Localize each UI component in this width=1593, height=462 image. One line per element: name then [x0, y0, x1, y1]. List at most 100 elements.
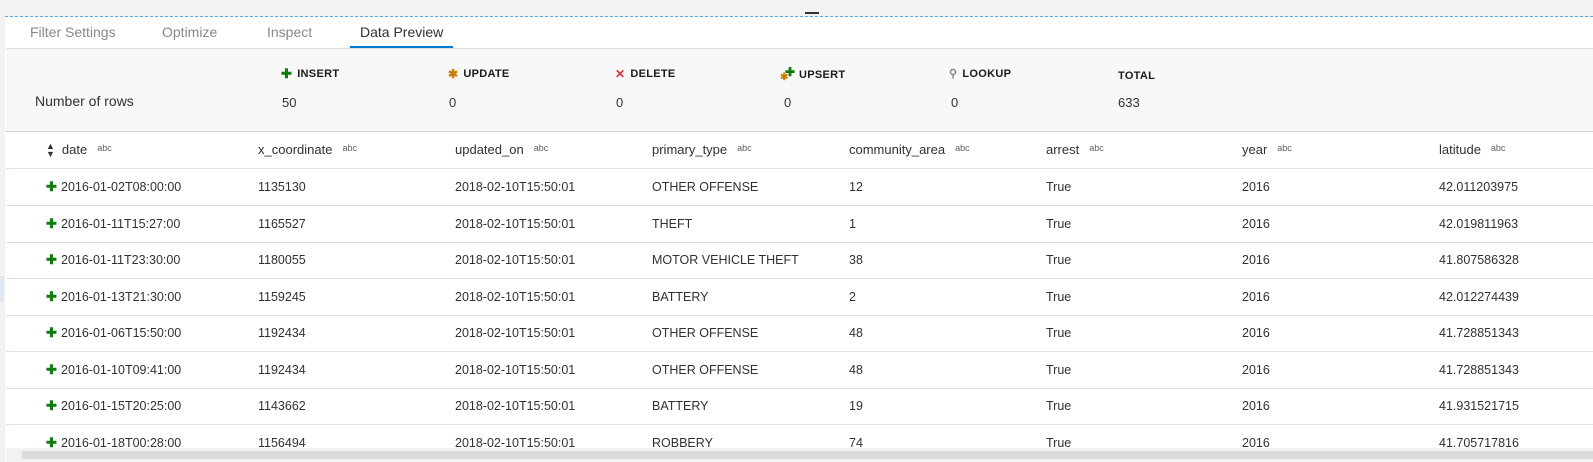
- cell-date: 2016-01-02T08:00:00: [61, 180, 182, 194]
- cell-year: 2016: [1242, 362, 1270, 377]
- cell-updated-on: 2018-02-10T15:50:01: [455, 399, 576, 413]
- cell-community-area: 12: [849, 180, 863, 194]
- cell-arrest: True: [1046, 180, 1072, 194]
- top-resize-bar: [0, 0, 1593, 17]
- cell-arrest: True: [1046, 289, 1072, 304]
- cell-latitude: 42.012274439: [1439, 289, 1519, 304]
- type-badge: abc: [342, 143, 357, 153]
- x-icon: ✕: [615, 67, 626, 81]
- cell-date: 2016-01-11T23:30:00: [61, 253, 181, 267]
- insert-row-icon: ✚: [46, 325, 57, 340]
- tab-data-preview[interactable]: Data Preview: [349, 17, 454, 48]
- upsert-label: UPSERT: [799, 69, 846, 81]
- cell-latitude: 42.019811963: [1439, 216, 1519, 231]
- type-badge: abc: [955, 143, 970, 153]
- cell-community-area: 1: [849, 216, 856, 231]
- cell-latitude: 41.931521715: [1439, 399, 1519, 413]
- cell-updated-on: 2018-02-10T15:50:01: [455, 326, 576, 340]
- column-header-community-area[interactable]: community_area abc: [849, 132, 970, 168]
- upsert-count: 0: [784, 95, 792, 110]
- cell-x-coordinate: 1143662: [258, 399, 306, 413]
- column-name: community_area: [849, 142, 946, 157]
- column-name: year: [1242, 142, 1268, 157]
- insert-row-icon: ✚: [46, 288, 57, 304]
- cell-year: 2016: [1242, 435, 1270, 449]
- cell-community-area: 48: [849, 362, 863, 377]
- table-row[interactable]: ✚ 2016-01-10T09:41:00 1192434 2018-02-10T15…: [6, 352, 1593, 389]
- insert-row-icon: ✚: [46, 179, 57, 194]
- update-header: ✱ UPDATE: [448, 68, 510, 80]
- column-name: primary_type: [652, 142, 728, 157]
- cell-date: 2016-01-10T09:41:00: [61, 362, 182, 377]
- column-header-arrest[interactable]: arrest abc: [1046, 132, 1104, 168]
- delete-header: ✕ DELETE: [615, 68, 676, 80]
- cell-year: 2016: [1242, 289, 1270, 304]
- cell-year: 2016: [1242, 326, 1270, 340]
- insert-row-icon: ✚: [46, 252, 57, 267]
- cell-community-area: 74: [849, 435, 863, 449]
- cell-primary-type: MOTOR VEHICLE THEFT: [652, 253, 799, 267]
- cell-primary-type: OTHER OFFENSE: [652, 180, 759, 194]
- column-header-x-coordinate[interactable]: x_coordinate abc: [258, 132, 357, 168]
- delete-count: 0: [616, 95, 624, 110]
- type-badge: abc: [533, 143, 549, 153]
- column-header-updated-on[interactable]: updated_on abc: [455, 132, 548, 168]
- column-header-date[interactable]: ▲ ▼ date abc: [46, 132, 112, 168]
- type-badge: abc: [1490, 143, 1506, 153]
- cell-latitude: 42.011203975: [1439, 180, 1519, 194]
- resize-handle[interactable]: [805, 12, 819, 14]
- table-row[interactable]: ✚ 2016-01-18T00:28:00 1156494 2018-02-10T15…: [6, 425, 1593, 449]
- row-count-summary: Number of rows ✚ INSERT 50 ✱ UPDATE 0 ✕ …: [6, 49, 1593, 132]
- cell-primary-type: OTHER OFFENSE: [652, 326, 759, 340]
- scrollbar-thumb[interactable]: [22, 451, 1593, 459]
- tab-optimize[interactable]: Optimize: [162, 17, 217, 48]
- cell-date: 2016-01-15T20:25:00: [61, 399, 182, 413]
- cell-updated-on: 2018-02-10T15:50:01: [455, 180, 576, 194]
- type-badge: abc: [1277, 143, 1292, 153]
- cell-date: 2016-01-06T15:50:00: [61, 326, 182, 340]
- cell-arrest: True: [1046, 326, 1072, 340]
- cell-year: 2016: [1242, 216, 1270, 231]
- cell-latitude: 41.728851343: [1439, 362, 1519, 377]
- tab-filter-settings[interactable]: Filter Settings: [30, 17, 116, 48]
- column-name: latitude: [1439, 142, 1481, 157]
- horizontal-scrollbar[interactable]: [6, 448, 1593, 462]
- lookup-count: 0: [951, 95, 959, 110]
- table-row[interactable]: ✚ 2016-01-02T08:00:00 1135130 2018-02-10T15…: [6, 169, 1593, 206]
- data-preview-grid: ▲ ▼ date abc x_coordinate abc updated_on …: [6, 132, 1593, 448]
- cell-date: 2016-01-13T21:30:00: [61, 289, 182, 304]
- table-row[interactable]: ✚ 2016-01-06T15:50:00 1192434 2018-02-10T15…: [6, 315, 1593, 352]
- insert-row-icon: ✚: [46, 398, 57, 413]
- left-edge-marker: [0, 276, 4, 302]
- cell-community-area: 48: [849, 326, 863, 340]
- column-name: date: [61, 142, 88, 157]
- cell-latitude: 41.728851343: [1439, 326, 1519, 340]
- plus-asterisk-icon: ✚ ✱: [780, 65, 796, 83]
- cell-x-coordinate: 1192434: [258, 326, 306, 340]
- table-row[interactable]: ✚ 2016-01-15T20:25:00 1143662 2018-02-10T15…: [6, 388, 1593, 425]
- table-row[interactable]: ✚ 2016-01-11T23:30:00 1180055 2018-02-10T15…: [6, 242, 1593, 279]
- grid-header-row: ▲ ▼ date abc x_coordinate abc updated_on …: [6, 132, 1593, 169]
- insert-row-icon: ✚: [46, 434, 57, 449]
- cell-x-coordinate: 1135130: [258, 180, 306, 194]
- update-label: UPDATE: [463, 68, 510, 80]
- column-header-year[interactable]: year abc: [1242, 132, 1292, 168]
- cell-community-area: 19: [849, 399, 863, 413]
- cell-primary-type: OTHER OFFENSE: [652, 362, 759, 377]
- cell-community-area: 38: [849, 253, 863, 267]
- total-label: TOTAL: [1118, 70, 1156, 82]
- column-header-primary-type[interactable]: primary_type abc: [652, 132, 752, 168]
- cell-updated-on: 2018-02-10T15:50:01: [455, 253, 576, 267]
- sort-icon[interactable]: ▲ ▼: [46, 142, 55, 159]
- table-row[interactable]: ✚ 2016-01-13T21:30:00 1159245 2018-02-10T15…: [6, 279, 1593, 316]
- column-name: x_coordinate: [258, 142, 333, 157]
- table-row[interactable]: ✚ 2016-01-11T15:27:00 1165527 2018-02-10T15…: [6, 206, 1593, 243]
- type-badge: abc: [1089, 143, 1104, 153]
- tab-bar: Filter Settings Optimize Inspect Data Pr…: [6, 17, 1593, 49]
- cell-x-coordinate: 1180055: [258, 253, 306, 267]
- cell-community-area: 2: [849, 289, 856, 304]
- cell-arrest: True: [1046, 216, 1072, 231]
- tab-inspect[interactable]: Inspect: [267, 17, 312, 48]
- column-header-latitude[interactable]: latitude abc: [1439, 132, 1505, 168]
- cell-x-coordinate: 1192434: [258, 362, 306, 377]
